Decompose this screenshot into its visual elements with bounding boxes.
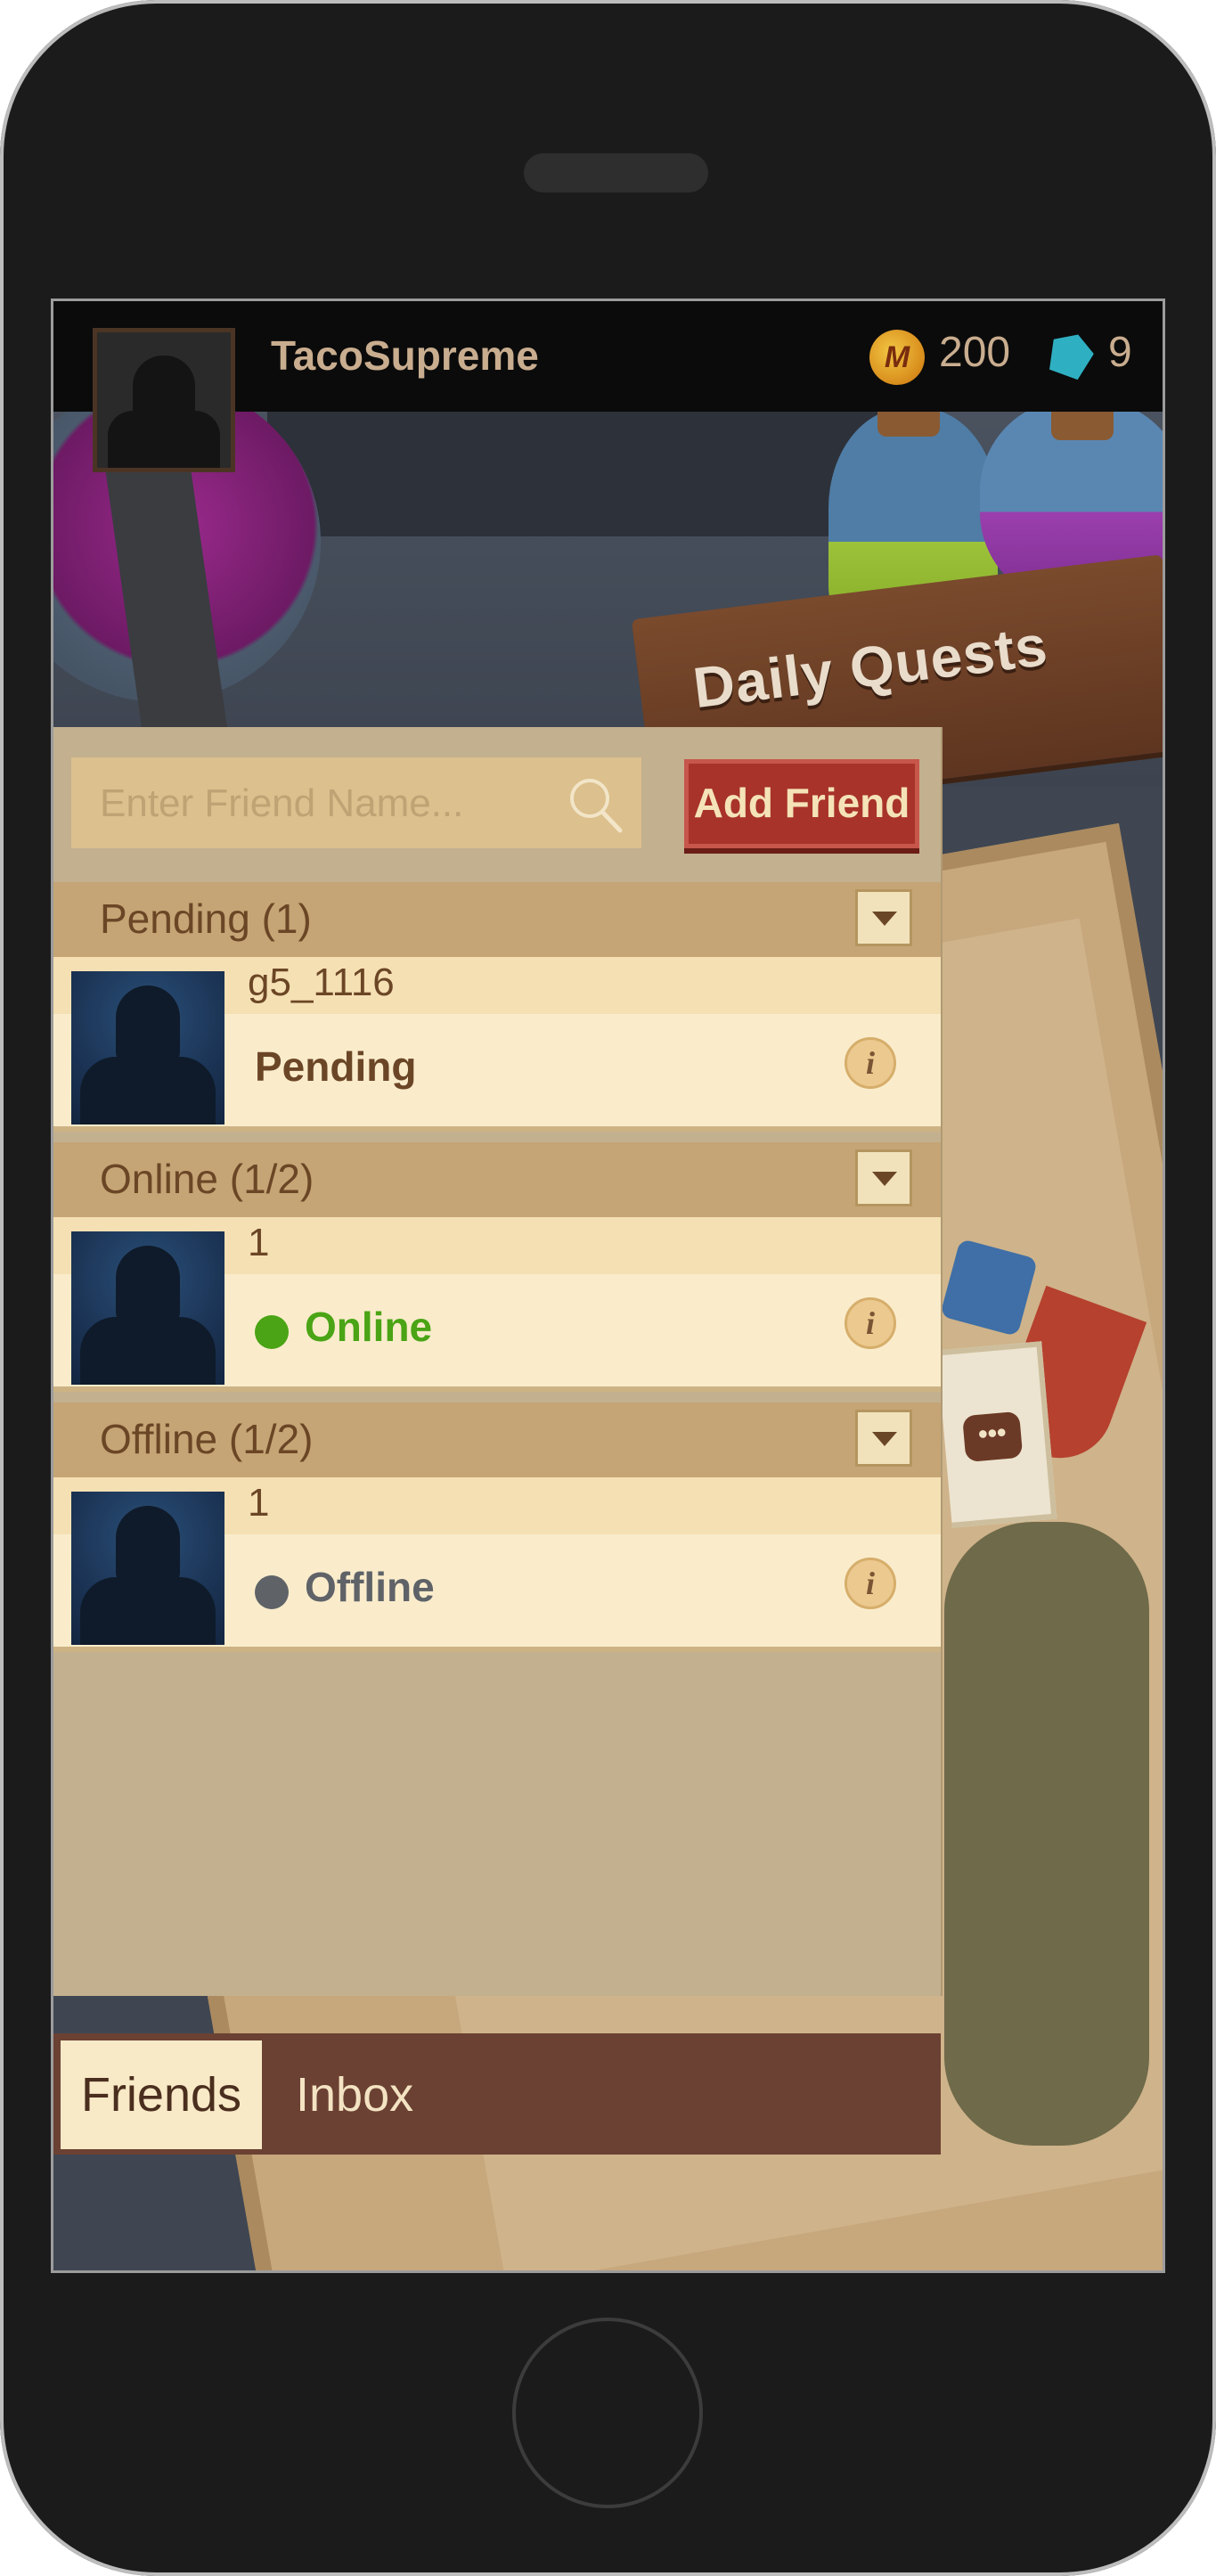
background-curtain: [267, 412, 909, 536]
home-button[interactable]: [512, 2318, 703, 2508]
section-title: Pending (1): [100, 895, 312, 942]
offline-section-header[interactable]: Offline (1/2): [53, 1402, 941, 1477]
silhouette-body: [80, 1057, 216, 1124]
speaker-grille: [524, 153, 708, 192]
silhouette-head: [116, 985, 180, 1062]
player-username: TacoSupreme: [271, 332, 539, 379]
friend-avatar: [71, 971, 224, 1124]
friend-avatar: [71, 1492, 224, 1645]
avatar-silhouette-body: [108, 411, 220, 468]
offline-status-dot: [255, 1575, 289, 1609]
search-icon[interactable]: [563, 773, 625, 836]
friend-row[interactable]: 1 Offline i: [53, 1477, 941, 1652]
chat-tab[interactable]: •••: [936, 1341, 1057, 1528]
daily-quests-label: Daily Quests: [690, 612, 1051, 721]
friend-avatar: [71, 1231, 224, 1385]
info-icon[interactable]: i: [845, 1297, 896, 1349]
game-screen: Daily Quests ••• TacoSupreme M 200 9 Ent…: [51, 298, 1165, 2273]
add-friend-button[interactable]: Add Friend: [684, 759, 919, 848]
online-status-dot: [255, 1315, 289, 1349]
section-title: Online (1/2): [100, 1156, 314, 1202]
friend-status: Pending: [255, 1043, 417, 1090]
friend-name-input[interactable]: [98, 757, 565, 850]
friend-row[interactable]: 1 Online i: [53, 1217, 941, 1392]
background-goblin: [944, 1522, 1149, 2146]
silhouette-body: [80, 1577, 216, 1645]
chat-bubble-icon: •••: [962, 1411, 1024, 1463]
top-bar: TacoSupreme M 200 9: [53, 301, 1163, 472]
panel-tab-bar: Friends Inbox: [53, 2033, 941, 2155]
phone-frame: Daily Quests ••• TacoSupreme M 200 9 Ent…: [0, 0, 1216, 2576]
avatar-silhouette-head: [133, 356, 195, 418]
chevron-down-icon[interactable]: [855, 1149, 912, 1206]
coin-count: 200: [939, 329, 1011, 376]
search-box: [71, 757, 641, 850]
gem-count: 9: [1108, 329, 1132, 376]
chevron-down-icon[interactable]: [855, 1410, 912, 1467]
friend-name: 1: [248, 1481, 270, 1525]
tab-inbox[interactable]: Inbox: [296, 2040, 474, 2149]
silhouette-body: [80, 1317, 216, 1385]
info-icon[interactable]: i: [845, 1558, 896, 1609]
chevron-down-icon[interactable]: [855, 889, 912, 946]
silhouette-head: [116, 1506, 180, 1582]
online-section-header[interactable]: Online (1/2): [53, 1142, 941, 1217]
friend-status: Offline: [305, 1564, 435, 1610]
silhouette-head: [116, 1246, 180, 1322]
friend-row[interactable]: g5_1116 Pending i: [53, 957, 941, 1132]
friend-name: 1: [248, 1221, 270, 1264]
info-icon[interactable]: i: [845, 1037, 896, 1089]
tab-friends[interactable]: Friends: [61, 2040, 262, 2149]
friend-name: g5_1116: [248, 961, 395, 1004]
coin-icon: M: [869, 330, 925, 385]
section-title: Offline (1/2): [100, 1416, 314, 1462]
player-avatar[interactable]: [93, 328, 235, 472]
gem-icon: [1043, 327, 1098, 382]
friends-panel: Add Friend Pending (1) g5_1116 Pending i…: [53, 727, 941, 1996]
friend-status: Online: [305, 1304, 433, 1350]
pending-section-header[interactable]: Pending (1): [53, 882, 941, 957]
